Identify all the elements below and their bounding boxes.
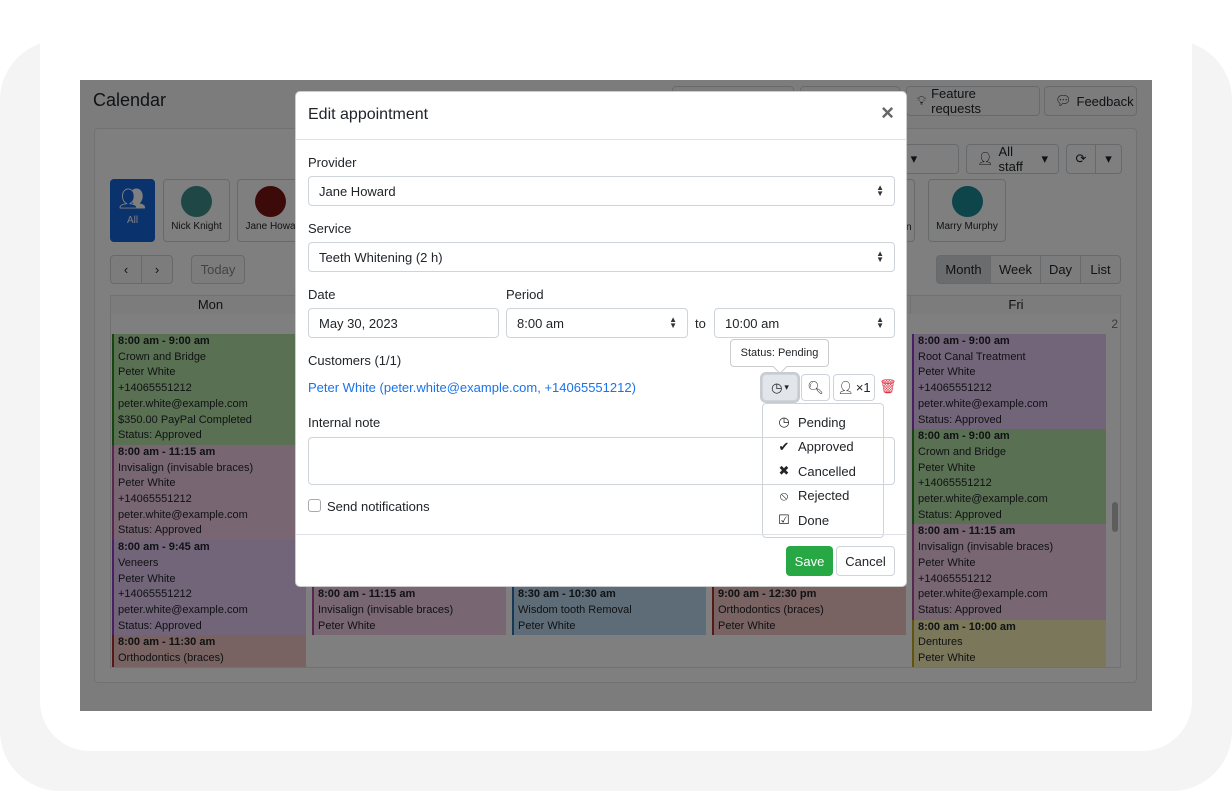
send-notifications-checkbox[interactable]: [308, 499, 321, 512]
period-to-label: to: [695, 316, 706, 331]
send-notifications-label: Send notifications: [327, 499, 430, 514]
people-count-button[interactable]: 👤︎ ×1: [833, 374, 875, 401]
select-arrows-icon: ▲ ▼: [669, 315, 677, 330]
period-from-value: 8:00 am: [517, 315, 564, 331]
status-option-pending[interactable]: ◷ Pending: [763, 410, 883, 435]
period-to-select[interactable]: 10:00 am ▲ ▼: [714, 308, 895, 338]
provider-value: Jane Howard: [319, 183, 396, 199]
internal-note-label: Internal note: [308, 415, 381, 430]
service-label: Service: [308, 221, 352, 236]
provider-label: Provider: [308, 155, 357, 170]
cancel-button[interactable]: Cancel: [836, 546, 895, 576]
customer-link[interactable]: Peter White (peter.white@example.com, +1…: [308, 380, 636, 395]
status-dropdown-button[interactable]: ◷ ▾: [762, 374, 798, 401]
close-icon[interactable]: ×: [881, 102, 894, 124]
user-icon: 👤︎: [837, 379, 854, 395]
trash-icon[interactable]: 🗑︎: [879, 378, 897, 395]
status-option-label: Rejected: [798, 488, 850, 504]
modal-footer-divider: [296, 534, 906, 535]
caret-down-icon: ▾: [784, 382, 789, 392]
status-option-label: Pending: [798, 414, 846, 430]
service-select[interactable]: Teeth Whitening (2 h) ▲ ▼: [308, 242, 895, 272]
clock-icon: ◷: [771, 379, 783, 395]
people-count: ×1: [855, 380, 871, 395]
select-arrows-icon: ▲ ▼: [876, 315, 884, 330]
date-value: May 30, 2023: [319, 315, 398, 331]
period-from-select[interactable]: 8:00 am ▲ ▼: [506, 308, 688, 338]
status-option-done[interactable]: ☑ Done: [763, 508, 883, 533]
period-label: Period: [506, 287, 544, 302]
status-option-rejected[interactable]: ⦸ Rejected: [763, 484, 883, 509]
select-arrows-icon: ▲ ▼: [876, 183, 884, 198]
ban-icon: ⦸: [779, 487, 789, 503]
status-tooltip: Status: Pending: [730, 339, 829, 367]
internal-note-textarea[interactable]: [308, 437, 895, 485]
view-customer-button[interactable]: 🔍︎: [801, 374, 830, 401]
modal-title: Edit appointment: [308, 106, 429, 123]
zoom-in-icon: 🔍︎: [807, 379, 824, 395]
clock-icon: ◷: [778, 414, 790, 430]
date-input[interactable]: May 30, 2023: [308, 308, 499, 338]
service-value: Teeth Whitening (2 h): [319, 249, 443, 265]
select-arrows-icon: ▲ ▼: [876, 249, 884, 264]
modal-header: Edit appointment ×: [296, 92, 906, 140]
checkbox-icon: ☑: [778, 512, 790, 528]
date-label: Date: [308, 287, 336, 302]
status-option-label: Done: [798, 512, 830, 528]
customers-label: Customers (1/1): [308, 353, 402, 368]
provider-select[interactable]: Jane Howard ▲ ▼: [308, 176, 895, 206]
period-to-value: 10:00 am: [725, 315, 780, 331]
edit-appointment-modal: Edit appointment × Provider Jane Howard …: [295, 91, 907, 587]
save-button[interactable]: Save: [786, 546, 833, 576]
